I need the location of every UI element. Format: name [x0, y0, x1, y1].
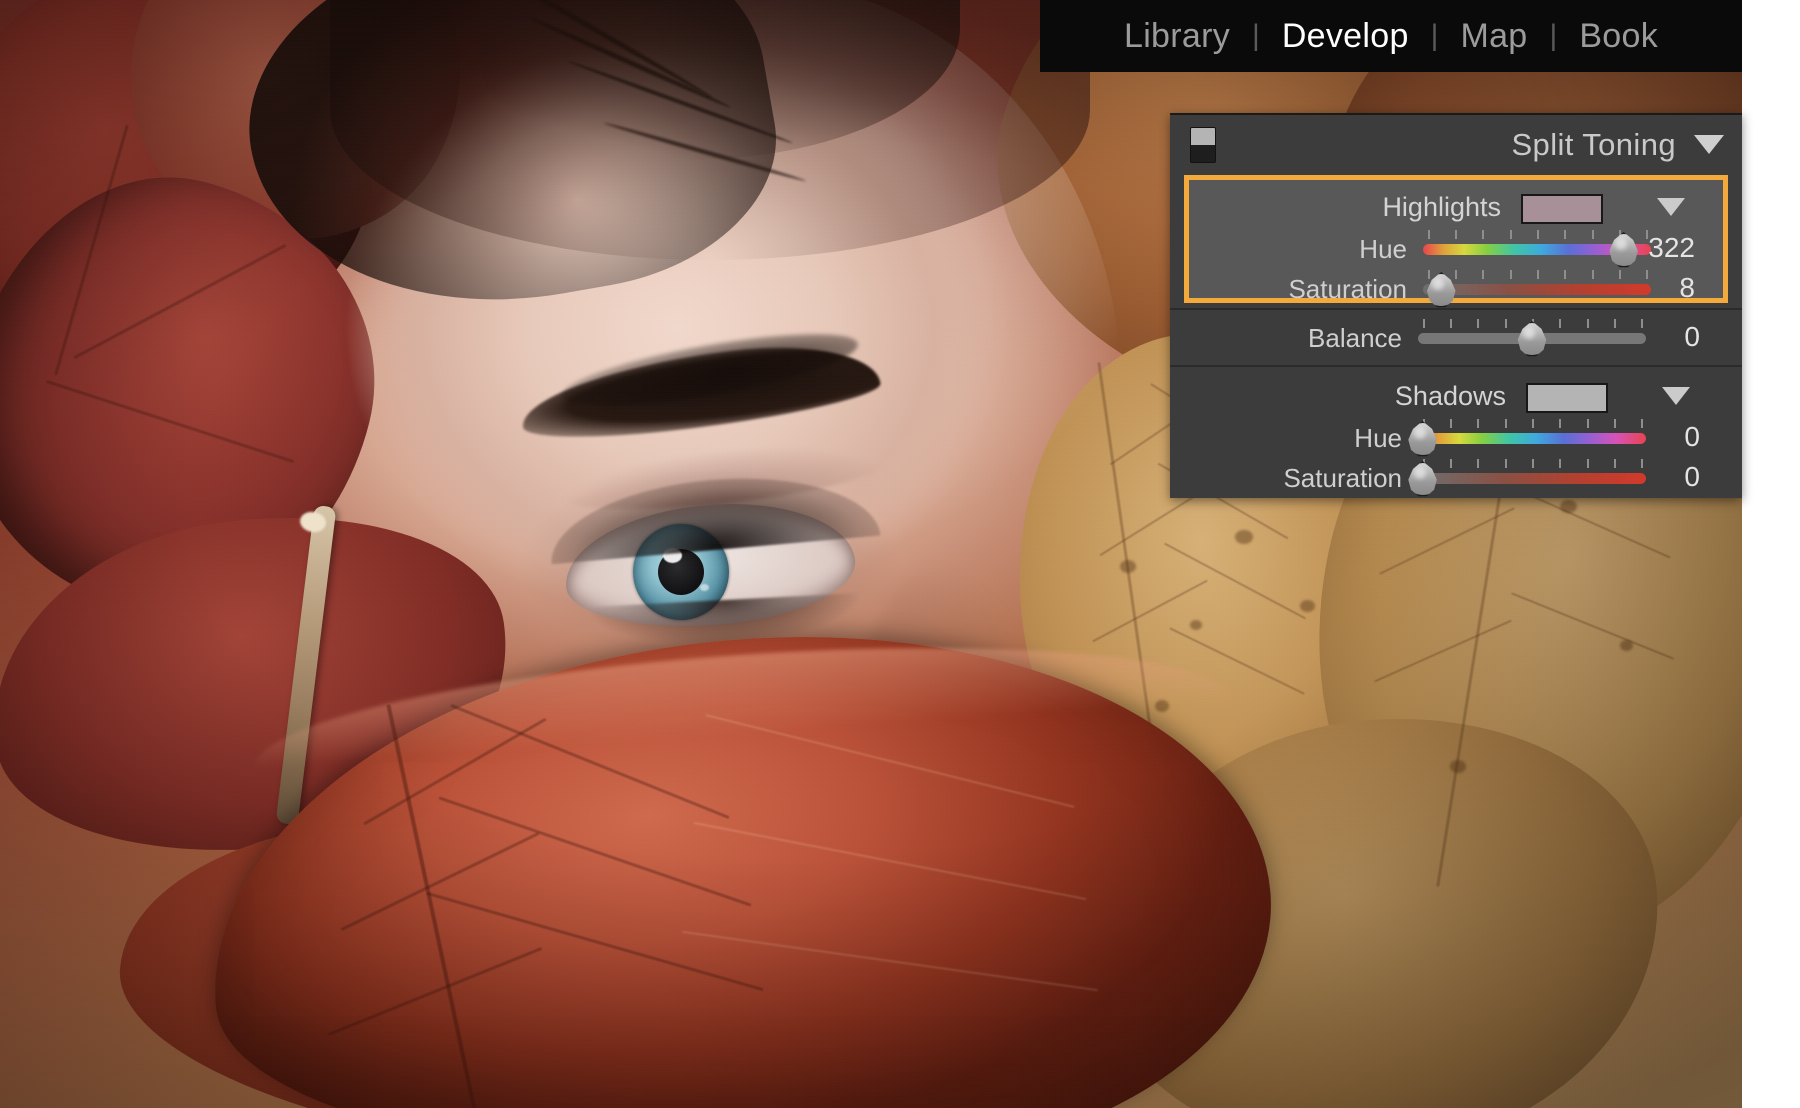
module-separator: | — [1431, 21, 1439, 51]
highlights-hue-label: Hue — [1189, 232, 1407, 266]
module-separator: | — [1252, 21, 1260, 51]
module-item-map[interactable]: Map — [1438, 19, 1549, 53]
shadows-chevron-down-icon[interactable] — [1662, 387, 1690, 405]
module-item-book[interactable]: Book — [1557, 19, 1680, 53]
panel-title: Split Toning — [1511, 125, 1676, 165]
panel-divider — [1170, 308, 1742, 310]
highlights-saturation-label: Saturation — [1189, 272, 1407, 306]
split-toning-panel: Split Toning Highlights Hue — [1170, 113, 1742, 498]
highlights-color-swatch[interactable] — [1521, 194, 1603, 224]
shadows-color-swatch[interactable] — [1526, 383, 1608, 413]
highlights-section-header: Highlights — [1189, 184, 1723, 230]
split-toning-header[interactable]: Split Toning — [1170, 115, 1742, 175]
shadows-saturation-row: Saturation 0 — [1184, 459, 1728, 499]
shadows-saturation-label: Saturation — [1184, 461, 1402, 495]
module-separator: | — [1550, 21, 1558, 51]
shadows-hue-value[interactable]: 0 — [1580, 419, 1700, 455]
module-item-library[interactable]: Library — [1102, 19, 1252, 53]
shadows-hue-label: Hue — [1184, 421, 1402, 455]
balance-row: Balance 0 — [1184, 319, 1728, 359]
highlights-chevron-down-icon[interactable] — [1657, 198, 1685, 216]
highlights-hue-row: Hue 322 — [1189, 230, 1723, 270]
module-item-develop[interactable]: Develop — [1260, 19, 1431, 53]
panel-switch-icon[interactable] — [1190, 127, 1216, 163]
highlights-hue-value[interactable]: 322 — [1575, 230, 1695, 266]
shadows-label: Shadows — [1395, 381, 1506, 411]
shadows-group: Shadows Hue 0 Saturation — [1184, 373, 1728, 499]
shadows-hue-row: Hue 0 — [1184, 419, 1728, 459]
highlights-label: Highlights — [1382, 192, 1501, 222]
panel-divider — [1170, 365, 1742, 367]
highlights-saturation-value[interactable]: 8 — [1575, 270, 1695, 306]
module-picker-bar: Library | Develop | Map | Book — [1040, 0, 1742, 72]
highlights-group-highlighted: Highlights Hue 322 Saturati — [1184, 175, 1728, 303]
chevron-down-icon[interactable] — [1694, 135, 1724, 154]
shadows-section-header: Shadows — [1184, 373, 1728, 419]
shadows-saturation-value[interactable]: 0 — [1580, 459, 1700, 495]
app-window: Library | Develop | Map | Book Split Ton… — [0, 0, 1800, 1108]
canvas-margin — [1742, 0, 1800, 1108]
balance-value[interactable]: 0 — [1580, 319, 1700, 355]
balance-label: Balance — [1184, 321, 1402, 355]
highlights-saturation-row: Saturation 8 — [1189, 270, 1723, 310]
